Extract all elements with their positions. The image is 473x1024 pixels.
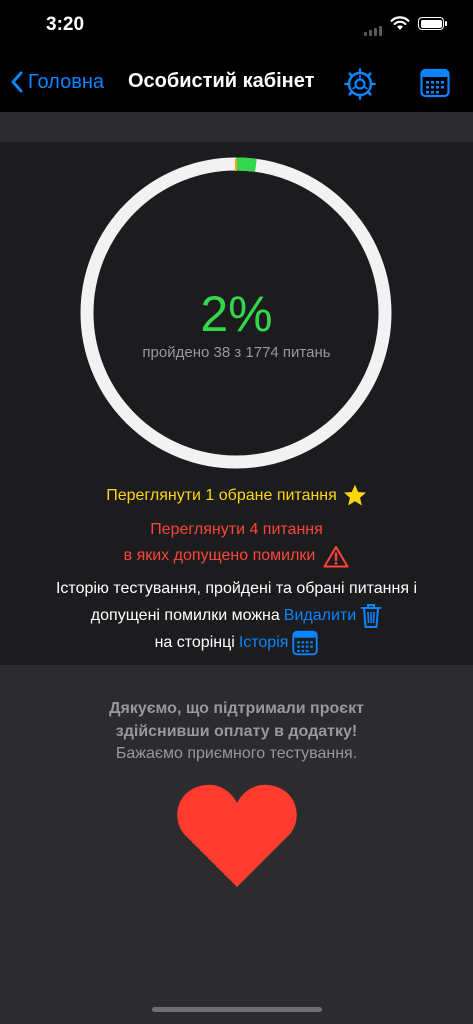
history-info: Історію тестування, пройдені та обрані п…: [0, 575, 473, 656]
star-icon: [343, 484, 366, 506]
progress-percent: 2%: [200, 286, 273, 342]
status-time: 3:20: [46, 14, 85, 35]
heart-icon: [177, 784, 297, 887]
history-link[interactable]: Історія: [239, 629, 289, 656]
page-title: Особистий кабінет: [128, 70, 315, 92]
mistakes-line-1: Переглянути 4 питання: [150, 521, 323, 538]
wifi-icon: [390, 16, 410, 30]
back-button[interactable]: Головна: [10, 70, 104, 94]
info-line-2: допущені помилки можна: [90, 607, 280, 624]
home-indicator: [152, 1007, 322, 1012]
warning-icon: [323, 545, 349, 567]
info-line-1: Історію тестування, пройдені та обрані п…: [55, 580, 418, 597]
favorites-label: Переглянути 1 обране питання: [106, 486, 337, 504]
info-line-3: на сторінці: [154, 634, 235, 651]
cellular-signal-icon: [364, 26, 382, 36]
mistakes-line-2: в яких допущено помилки: [123, 547, 316, 564]
view-mistakes-link[interactable]: Переглянути 4 питання в яких допущено по…: [0, 517, 473, 569]
trash-icon[interactable]: [360, 603, 382, 629]
thanks-line-2: здійснивши оплату в додатку!: [115, 723, 358, 740]
progress-section: 2% пройдено 38 з 1774 питань Переглянути…: [0, 142, 473, 665]
thanks-message: Дякуємо, що підтримали проєкт здійснивши…: [0, 697, 473, 743]
view-favorites-link[interactable]: Переглянути 1 обране питання: [0, 484, 473, 507]
progress-subtitle: пройдено 38 з 1774 питань: [142, 344, 331, 361]
thanks-line-1: Дякуємо, що підтримали проєкт: [109, 700, 364, 717]
delete-link[interactable]: Видалити: [284, 602, 356, 629]
status-bar: 3:20: [0, 0, 473, 52]
gear-icon[interactable]: [344, 68, 376, 100]
navigation-bar: Головна Особистий кабінет: [0, 52, 473, 112]
wish-message: Бажаємо приємного тестування.: [115, 745, 358, 762]
support-section: Дякуємо, що підтримали проєкт здійснивши…: [0, 665, 473, 1024]
battery-icon: [418, 17, 447, 30]
calendar-icon[interactable]: [292, 630, 319, 656]
calendar-icon[interactable]: [420, 68, 450, 98]
chevron-left-icon: [11, 71, 23, 93]
back-button-label: Головна: [28, 70, 104, 93]
section-separator: [0, 112, 473, 142]
